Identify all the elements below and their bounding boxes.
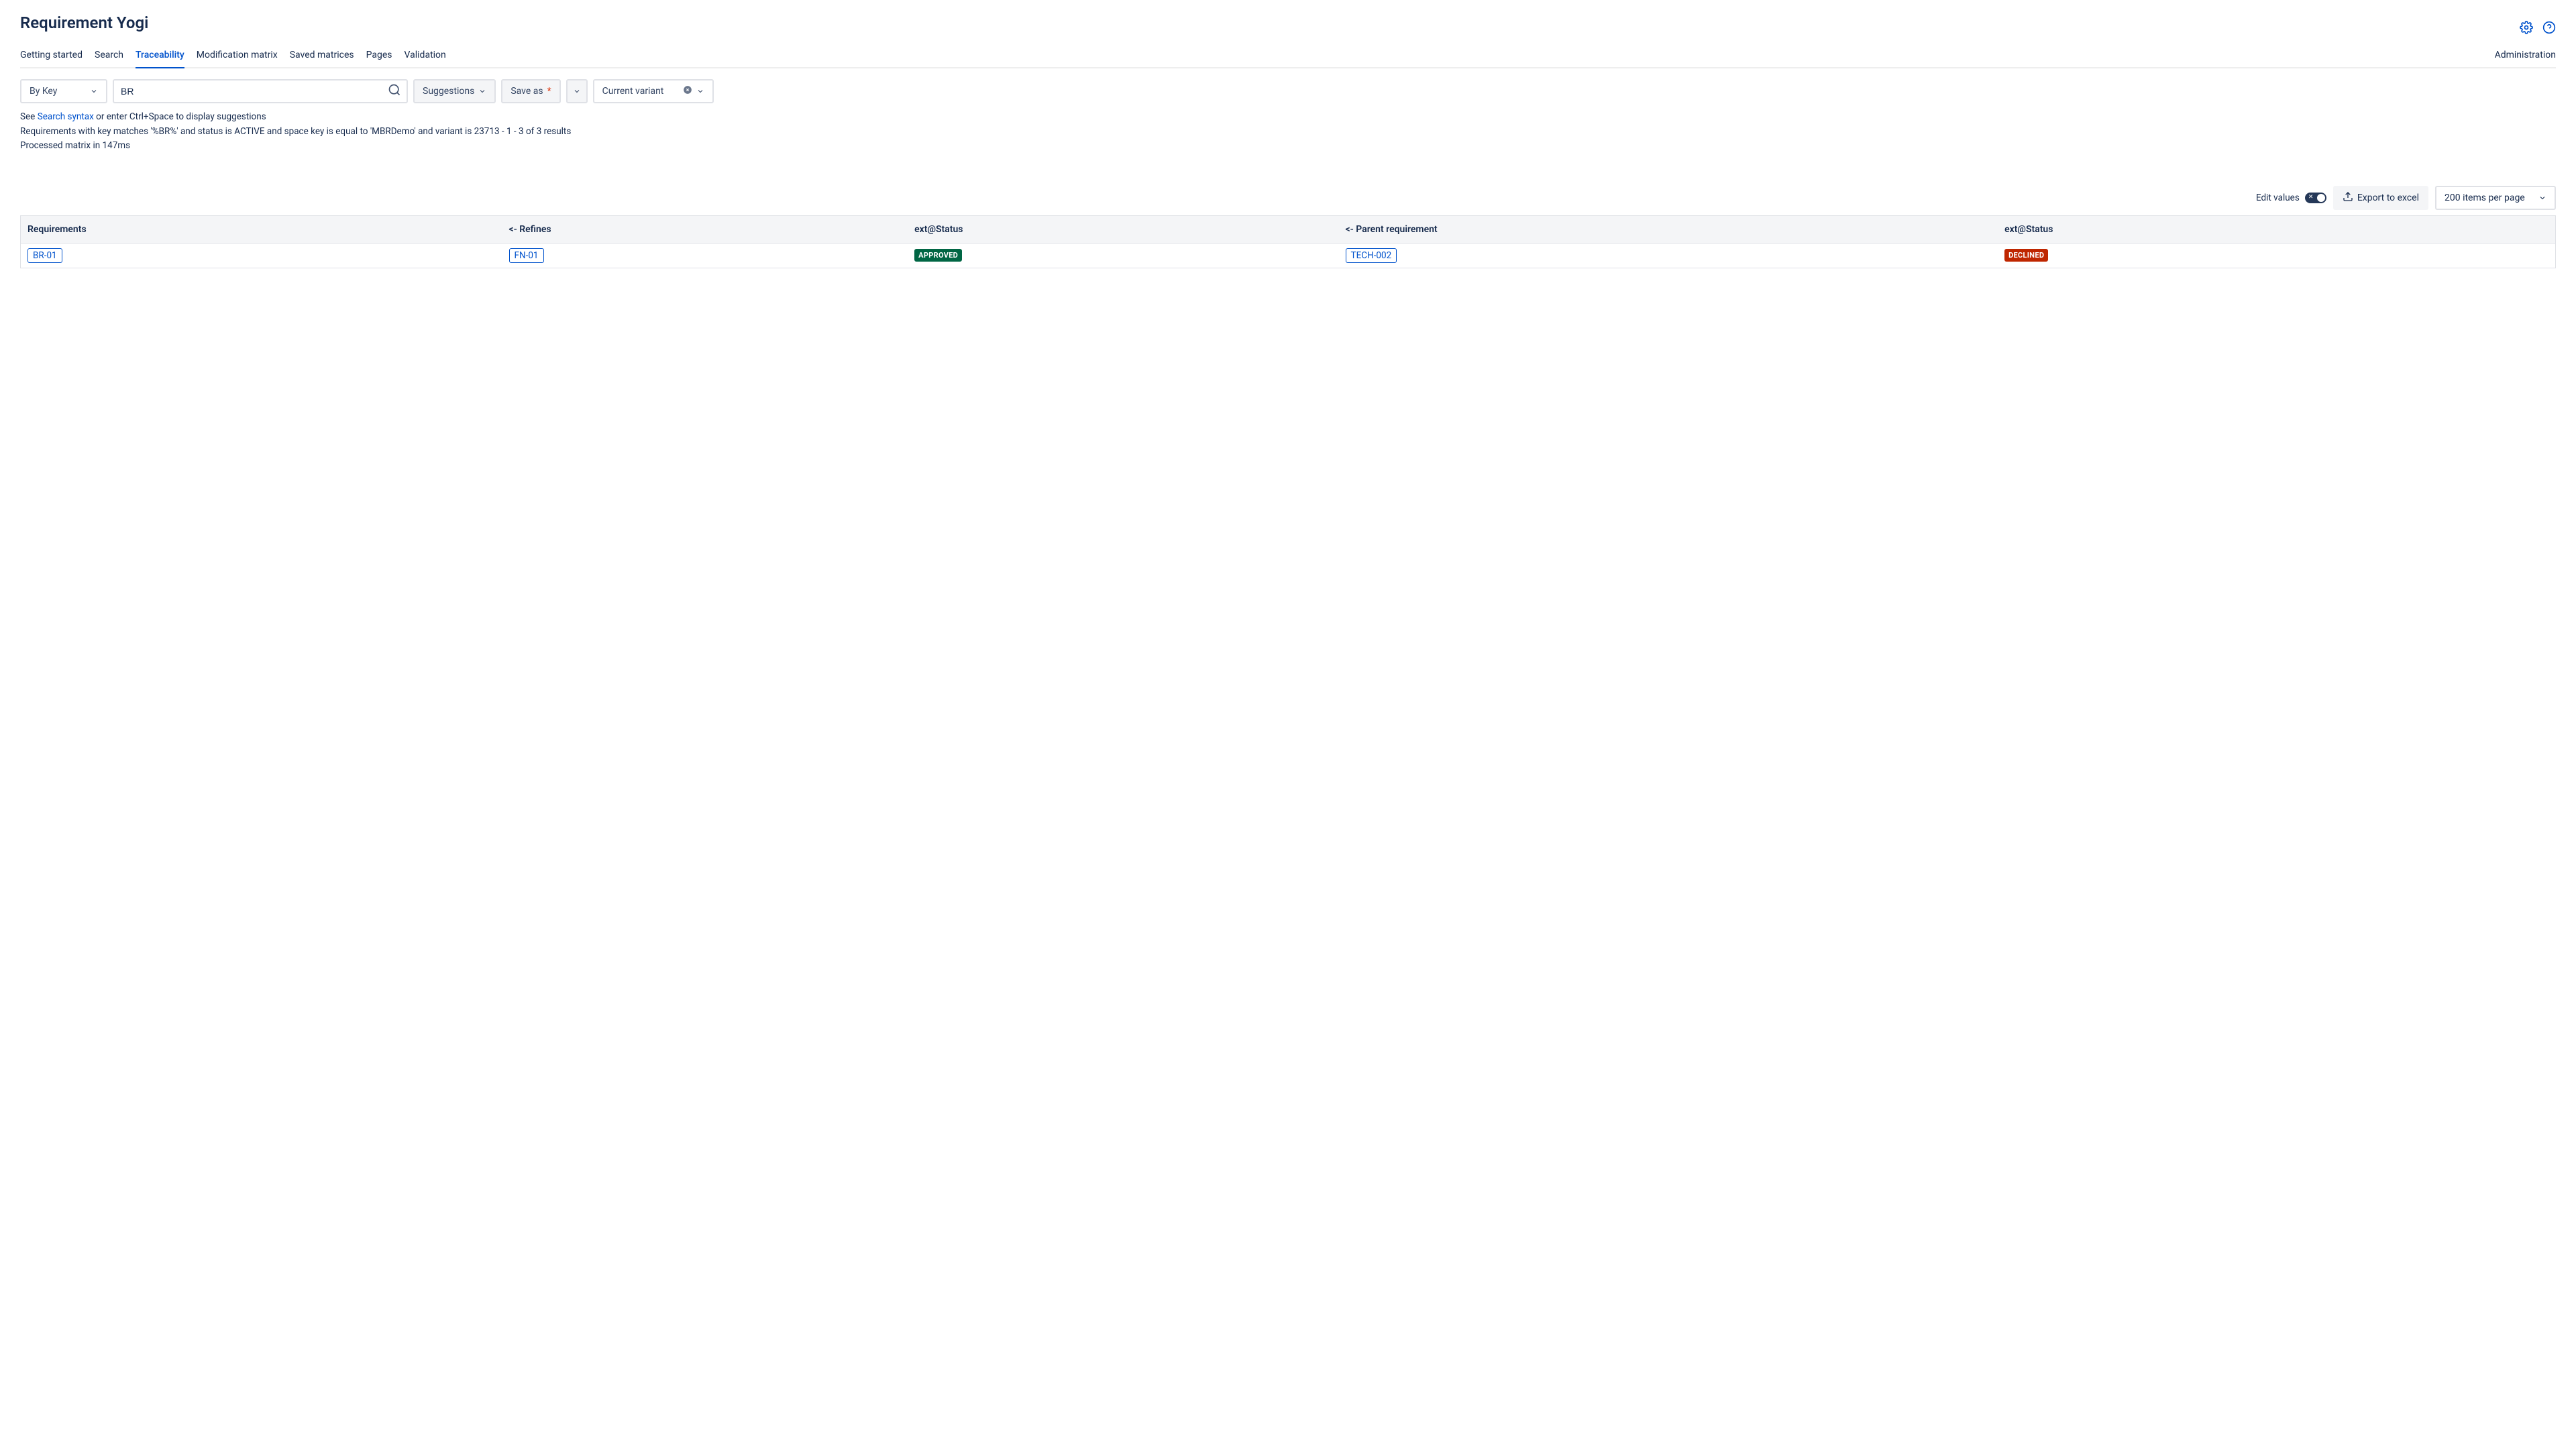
column-header: ext@Status [1998,215,2555,243]
gear-icon[interactable] [2520,21,2533,37]
column-header: ext@Status [908,215,1338,243]
help-icon[interactable] [2542,21,2556,37]
requirement-key[interactable]: BR-01 [28,248,62,263]
variant-dropdown[interactable]: Current variant [593,79,714,103]
page-size-dropdown[interactable]: 200 items per page [2435,186,2556,210]
sort-by-label: By Key [30,86,57,97]
query-summary: Requirements with key matches '%BR%' and… [20,125,2556,140]
save-as-dropdown-button[interactable] [566,79,588,103]
refines-status-cell: APPROVED [908,243,1338,268]
tab-pages[interactable]: Pages [366,44,392,68]
column-header: <- Refines [502,215,908,243]
requirement-cell: BR-01 [21,243,502,268]
search-icon[interactable] [388,83,401,99]
suggestions-button[interactable]: Suggestions [413,79,496,103]
column-header: Requirements [21,215,502,243]
parent-key[interactable]: TECH-002 [1346,248,1397,263]
export-label: Export to excel [2357,193,2419,203]
export-button[interactable]: Export to excel [2333,186,2428,210]
toggle-off-icon: ✕ [2308,195,2314,201]
timing-text: Processed matrix in 147ms [20,139,2556,154]
status-badge: APPROVED [914,249,962,262]
chevron-down-icon [2538,194,2546,202]
chevron-down-icon [573,87,581,95]
refines-key[interactable]: FN-01 [509,248,544,263]
tab-getting-started[interactable]: Getting started [20,44,83,68]
search-input-wrapper [113,79,408,103]
chevron-down-icon [90,87,98,95]
toggle-knob [2317,194,2325,202]
help-prefix: See [20,111,38,122]
edit-values-label: Edit values [2256,193,2300,203]
administration-link[interactable]: Administration [2495,50,2556,67]
help-suffix: or enter Ctrl+Space to display suggestio… [94,111,266,122]
column-header: <- Parent requirement [1339,215,1998,243]
search-syntax-link[interactable]: Search syntax [38,111,94,122]
export-icon [2343,191,2353,205]
page-title: Requirement Yogi [20,13,148,32]
search-input[interactable] [121,86,388,97]
tab-traceability[interactable]: Traceability [136,44,184,68]
edit-values-toggle[interactable]: ✕ [2305,193,2326,203]
page-size-label: 200 items per page [2445,193,2525,203]
sort-by-dropdown[interactable]: By Key [20,79,107,103]
tab-modification-matrix[interactable]: Modification matrix [197,44,278,68]
tab-search[interactable]: Search [95,44,123,68]
save-as-button[interactable]: Save as * [501,79,560,103]
status-badge: DECLINED [2004,249,2048,262]
clear-icon[interactable] [683,85,692,97]
chevron-down-icon [478,87,486,95]
chevron-down-icon [696,87,704,95]
variant-label: Current variant [602,86,664,97]
traceability-matrix-table: Requirements<- Refinesext@Status<- Paren… [20,215,2556,268]
tab-saved-matrices[interactable]: Saved matrices [290,44,354,68]
parent-cell: TECH-002 [1339,243,1998,268]
unsaved-indicator-icon: * [547,86,551,97]
parent-status-cell: DECLINED [1998,243,2555,268]
refines-cell: FN-01 [502,243,908,268]
tab-validation[interactable]: Validation [405,44,446,68]
save-as-label: Save as [511,86,543,97]
table-row: BR-01 FN-01 APPROVED TECH-002 DECLINED [21,243,2556,268]
suggestions-label: Suggestions [423,86,474,97]
